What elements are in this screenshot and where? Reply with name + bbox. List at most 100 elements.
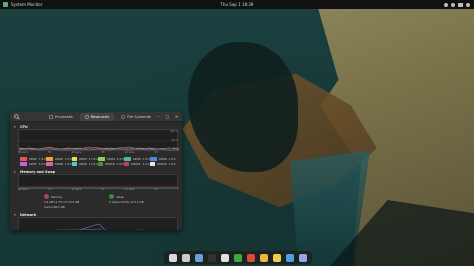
- memory-value: 2.4 GB (1.7%) of 13.5 GB: [44, 200, 80, 204]
- cpu-name: CPU8: [54, 162, 63, 166]
- cpu-percent: 1.0%: [168, 162, 176, 166]
- browser-icon[interactable]: [246, 253, 255, 262]
- cpu-percent: 7.8%: [64, 162, 72, 166]
- chevron-down-icon[interactable]: ▾: [14, 170, 18, 174]
- cpu-color-swatch[interactable]: [46, 157, 53, 161]
- chart-icon[interactable]: [233, 253, 242, 262]
- cpu-legend-item[interactable]: CPU5 4.0%: [124, 157, 150, 161]
- app-menu-icon[interactable]: [3, 2, 8, 7]
- cpu-color-swatch[interactable]: [46, 162, 53, 166]
- cpu-name: CPU7: [28, 162, 37, 166]
- tab-label: Resources: [90, 114, 110, 119]
- cpu-percent: 5.0%: [38, 162, 46, 166]
- cpu-legend-item[interactable]: CPU3 17.8%: [72, 157, 98, 161]
- cpu-percent: 7.9%: [38, 157, 46, 161]
- notes-icon[interactable]: [272, 253, 281, 262]
- cpu-percent: 17.8%: [88, 157, 98, 161]
- cpu-percent: 2.0%: [168, 157, 176, 161]
- swap-pie-icon[interactable]: [109, 194, 115, 199]
- swap-row: Swap: [109, 194, 143, 199]
- swap-value: 0 bytes (0.0%) of 2.1 GB: [109, 200, 144, 204]
- cpu-percent: 4.9%: [116, 157, 124, 161]
- cpu-legend-item[interactable]: CPU11 4.0%: [124, 162, 150, 166]
- cpu-color-swatch[interactable]: [72, 162, 78, 166]
- maximize-icon[interactable]: □: [165, 114, 170, 119]
- system-tray[interactable]: [444, 2, 470, 7]
- axis-label: 50 %: [171, 138, 178, 142]
- disk-icon: [121, 115, 125, 118]
- swap-label: Swap: [116, 194, 124, 199]
- search-icon[interactable]: [14, 114, 20, 120]
- cpu-name: CPU3: [79, 157, 87, 161]
- cpu-legend-item[interactable]: CPU6 2.0%: [150, 157, 176, 161]
- cpu-color-swatch[interactable]: [124, 162, 130, 166]
- cpu-color-swatch[interactable]: [98, 157, 105, 161]
- chevron-down-icon[interactable]: ▾: [14, 213, 18, 217]
- memory-info: Memory 2.4 GB (1.7%) of 13.5 GB Cache 66…: [44, 194, 178, 209]
- cpu-percent: 4.0%: [142, 162, 150, 166]
- tab-resources[interactable]: Resources: [79, 112, 115, 121]
- terminal-icon[interactable]: [208, 253, 217, 262]
- system-monitor-window: Processes Resources File Systems ≡ – □ ×…: [10, 112, 182, 230]
- cpu-legend-item[interactable]: CPU8 7.8%: [46, 162, 72, 166]
- chevron-down-icon[interactable]: ▾: [14, 125, 18, 129]
- network-graph-plot: [52, 223, 146, 230]
- menu-icon[interactable]: ≡: [147, 114, 152, 119]
- network-title: Network: [20, 212, 37, 217]
- close-icon[interactable]: ×: [174, 114, 179, 119]
- clock[interactable]: Thu Sep 1 18:39: [221, 2, 254, 7]
- cpu-title: CPU: [20, 124, 28, 129]
- cpu-name: CPU6: [158, 157, 167, 161]
- cpu-name: CPU9: [79, 162, 87, 166]
- cpu-color-swatch[interactable]: [20, 162, 27, 166]
- memory-title: Memory and Swap: [20, 169, 56, 174]
- network-section: ▾ Network: [10, 209, 182, 230]
- tab-processes[interactable]: Processes: [44, 113, 78, 121]
- volume-icon[interactable]: [451, 2, 455, 7]
- cpu-name: CPU2: [54, 157, 63, 161]
- app-menu-label[interactable]: System Monitor: [11, 2, 42, 7]
- files-icon[interactable]: [169, 253, 178, 262]
- minimize-icon[interactable]: –: [156, 114, 161, 119]
- cache-value: Cache 66.0 GB: [44, 205, 65, 209]
- cpu-percent: 4.0%: [142, 157, 150, 161]
- cpu-color-swatch[interactable]: [20, 157, 27, 161]
- window-titlebar[interactable]: Processes Resources File Systems ≡ – □ ×: [10, 112, 182, 122]
- cpu-color-swatch[interactable]: [98, 162, 104, 166]
- calendar-icon[interactable]: [221, 253, 230, 262]
- cpu-graph-plot: [19, 140, 179, 151]
- axis-label: 100 %: [169, 130, 178, 133]
- cpu-color-swatch[interactable]: [72, 157, 78, 161]
- view-tabs: Processes Resources File Systems: [44, 112, 155, 122]
- photos-icon[interactable]: [285, 253, 294, 262]
- cpu-percent: 3.5%: [64, 157, 72, 161]
- cpu-name: CPU12: [157, 162, 167, 166]
- cpu-legend-item[interactable]: CPU10 4.0%: [98, 162, 124, 166]
- power-icon[interactable]: [466, 2, 470, 7]
- cpu-color-swatch[interactable]: [124, 157, 131, 161]
- memory-pie-icon[interactable]: [44, 194, 49, 199]
- cpu-color-swatch[interactable]: [150, 162, 156, 166]
- cpu-legend-item[interactable]: CPU9 11.0%: [72, 162, 98, 166]
- tab-label: Processes: [55, 114, 73, 119]
- cpu-percent: 11.0%: [88, 162, 98, 166]
- apps-icon[interactable]: [298, 253, 307, 262]
- cpu-legend-item[interactable]: CPU1 7.9%: [20, 157, 46, 161]
- memory-graph: [18, 174, 179, 189]
- top-bar: System Monitor Thu Sep 1 18:39: [0, 0, 474, 9]
- network-icon[interactable]: [444, 2, 448, 7]
- cpu-legend-item[interactable]: CPU12 1.0%: [150, 162, 176, 166]
- network-graph: [18, 217, 178, 230]
- network-sent-line: [78, 228, 103, 230]
- cpu-name: CPU1: [28, 157, 37, 161]
- cpu-legend-item[interactable]: CPU4 4.9%: [98, 157, 124, 161]
- cpu-legend-item[interactable]: CPU7 5.0%: [20, 162, 46, 166]
- battery-icon[interactable]: [458, 2, 463, 7]
- gear-icon[interactable]: [195, 253, 204, 262]
- chrome-icon[interactable]: [259, 253, 268, 262]
- dock: [164, 251, 312, 264]
- camera-icon[interactable]: [182, 253, 191, 262]
- cpu-color-swatch[interactable]: [150, 157, 157, 161]
- memory-label: Memory: [51, 194, 63, 199]
- cpu-legend-item[interactable]: CPU2 3.5%: [46, 157, 72, 161]
